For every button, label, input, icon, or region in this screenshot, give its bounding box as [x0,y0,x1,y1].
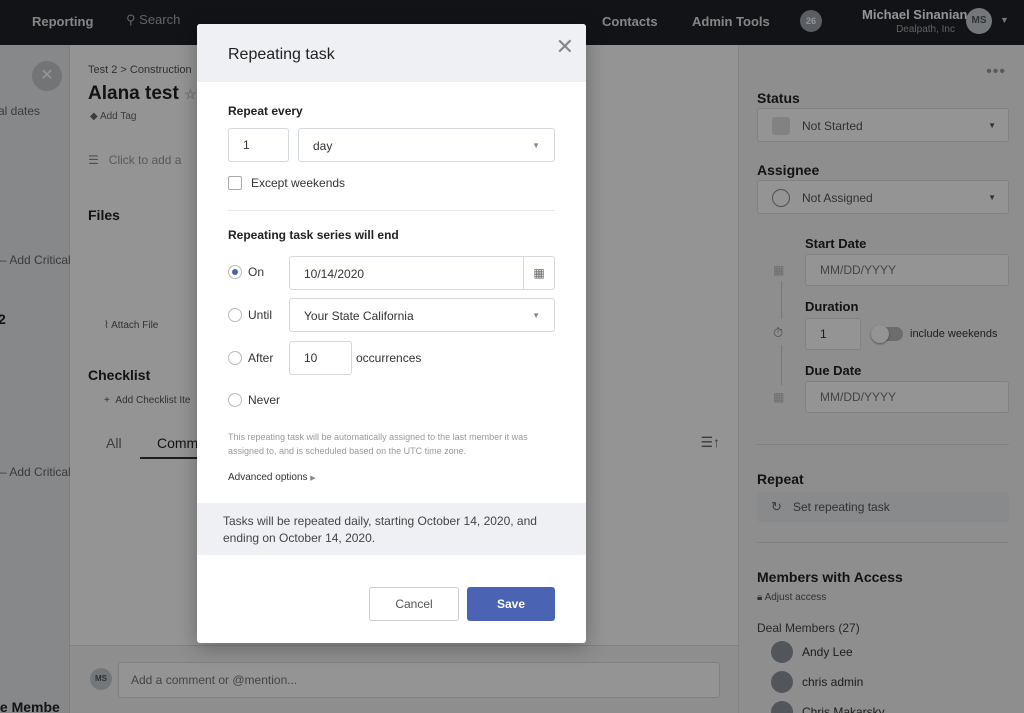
until-select[interactable]: Your State California ▼ [289,298,555,332]
radio-until[interactable] [228,308,242,322]
except-weekends-checkbox[interactable] [228,176,242,190]
radio-on-label[interactable]: On [248,265,264,279]
radio-never-label[interactable]: Never [248,393,280,407]
radio-after-label[interactable]: After [248,351,273,365]
occurrences-label: occurrences [356,351,422,365]
repeat-summary: Tasks will be repeated daily, starting O… [197,503,586,555]
radio-until-label[interactable]: Until [248,308,272,322]
occurrences-input[interactable] [289,341,352,375]
repeating-task-dialog: Repeating task ✕ Repeat every day ▼ Exce… [197,24,586,643]
chevron-down-icon: ▼ [532,311,540,320]
radio-on[interactable] [228,265,242,279]
radio-never[interactable] [228,393,242,407]
summary-text: Tasks will be repeated daily, starting O… [223,514,537,545]
close-icon[interactable]: ✕ [556,34,574,60]
repeat-unit-value: day [313,139,333,153]
chevron-right-icon: ▶ [310,475,316,482]
radio-after[interactable] [228,351,242,365]
dialog-header: Repeating task ✕ [197,24,586,82]
repeat-count-input[interactable] [228,128,289,162]
assignment-note: This repeating task will be automaticall… [228,432,528,456]
except-weekends-label[interactable]: Except weekends [251,176,345,190]
end-date-input[interactable]: 10/14/2020 ▦ [289,256,555,290]
cancel-button[interactable]: Cancel [369,587,459,621]
until-value: Your State California [304,309,414,323]
end-date-value: 10/14/2020 [304,267,365,281]
advanced-options-link[interactable]: Advanced options ▶ [228,472,316,483]
save-button[interactable]: Save [467,587,555,621]
series-end-label: Repeating task series will end [228,228,399,242]
chevron-down-icon: ▼ [532,141,540,150]
divider [228,210,555,211]
dialog-title: Repeating task [228,46,335,63]
repeat-every-label: Repeat every [228,104,303,118]
repeat-unit-select[interactable]: day ▼ [298,128,555,162]
calendar-icon[interactable]: ▦ [523,257,554,289]
